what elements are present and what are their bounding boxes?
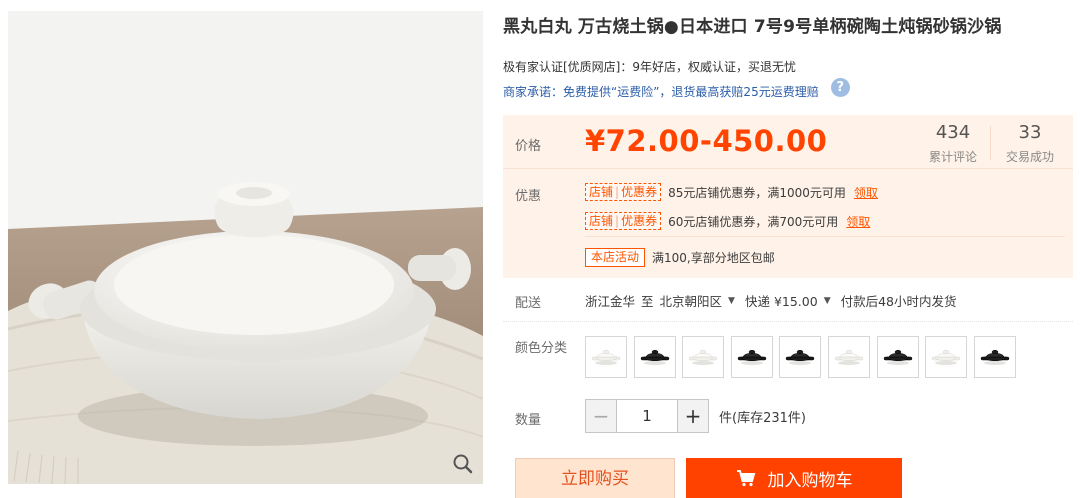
reviews-count[interactable]: 434	[921, 122, 985, 144]
quantity-stepper: − + 件(库存231件)	[585, 399, 806, 433]
ship-note: 付款后48小时内发货	[840, 294, 957, 309]
zoom-search-icon[interactable]	[451, 452, 475, 476]
color-swatch[interactable]	[925, 336, 968, 378]
price-label: 价格	[515, 139, 542, 154]
black-pot-icon	[883, 349, 912, 365]
coupon-claim-link[interactable]: 领取	[854, 184, 878, 201]
price-value: ¥72.00-450.00	[585, 124, 828, 158]
promotion-label: 优惠	[515, 189, 542, 204]
white-pot-icon	[931, 349, 961, 365]
white-pot-icon	[834, 349, 864, 365]
shopping-cart-icon	[736, 469, 756, 487]
ship-to-location[interactable]: 北京朝阳区	[660, 291, 723, 310]
shipping-row: 浙江金华 至 北京朝阳区 ▼ 快递 ¥15.00 ▼ 付款后48小时内发货	[585, 291, 957, 310]
trades-label: 交易成功	[1005, 150, 1054, 164]
coupon-tag-shop: 店铺	[589, 214, 614, 228]
coupon-tag-type: 优惠券	[621, 214, 658, 228]
color-swatch[interactable]	[585, 336, 627, 378]
shop-activity-tag[interactable]: 本店活动	[585, 248, 646, 267]
ship-to-word: 至	[641, 294, 654, 309]
add-to-cart-button[interactable]: 加入购物车	[686, 458, 902, 498]
promo-divider	[585, 236, 1065, 237]
trades-stat: 33 交易成功	[995, 122, 1065, 165]
coupon-tag: 店铺 | 优惠券	[585, 183, 662, 201]
price-row: 价格 ¥72.00-450.00 434 累计评论 33 交易成功	[503, 115, 1073, 169]
shop-activity-row: 本店活动 满100,享部分地区包邮	[585, 248, 775, 267]
ship-from: 浙江金华	[585, 294, 636, 309]
color-swatch[interactable]	[973, 336, 1016, 378]
color-swatches	[585, 336, 1022, 378]
ship-method[interactable]: 快递 ¥15.00	[745, 291, 818, 310]
color-label: 颜色分类	[515, 341, 568, 356]
coupon-claim-link[interactable]: 领取	[846, 213, 870, 230]
shipping-label: 配送	[515, 296, 542, 311]
stat-divider	[990, 126, 991, 160]
color-swatch[interactable]	[827, 336, 870, 378]
buy-now-button[interactable]: 立即购买	[515, 458, 675, 498]
product-title: 黑丸白丸 万古烧土锅●日本进口 7号9号单柄碗陶土炖锅砂锅沙锅	[503, 17, 1002, 37]
coupon-row: 店铺 | 优惠券 85元店铺优惠券，满1000元可用 领取	[585, 183, 878, 201]
black-pot-icon	[737, 349, 767, 365]
quantity-label: 数量	[515, 413, 542, 428]
quantity-increase-button[interactable]: +	[677, 399, 709, 433]
coupon-text: 85元店铺优惠券，满1000元可用	[668, 185, 846, 200]
merchant-promise[interactable]: 商家承诺：免费提供“运费险”，退货最高获赔25元运费理赔 ?	[503, 78, 850, 100]
color-swatch[interactable]	[876, 336, 919, 378]
help-question-icon[interactable]: ?	[830, 78, 850, 97]
price-panel: 价格 ¥72.00-450.00 434 累计评论 33 交易成功 优惠 店铺 |…	[503, 115, 1073, 278]
black-pot-icon	[980, 349, 1009, 365]
coupon-row: 店铺 | 优惠券 60元店铺优惠券，满700元可用 领取	[585, 212, 870, 230]
color-swatch[interactable]	[682, 336, 725, 378]
color-swatch[interactable]	[730, 336, 773, 378]
row-divider	[503, 321, 1073, 322]
coupon-tag-shop: 店铺	[589, 185, 614, 199]
coupon-tag: 店铺 | 优惠券	[585, 212, 662, 230]
stock-text: 件(库存231件)	[719, 410, 806, 426]
product-main-image[interactable]	[8, 11, 483, 484]
black-pot-icon	[640, 349, 669, 365]
quantity-decrease-button[interactable]: −	[585, 399, 617, 433]
coupon-tag-type: 优惠券	[621, 185, 658, 199]
clay-pot-photo	[8, 11, 483, 484]
shop-activity-text: 满100,享部分地区包邮	[652, 251, 775, 265]
coupon-text: 60元店铺优惠券，满700元可用	[668, 214, 839, 229]
trades-count: 33	[1018, 122, 1042, 143]
white-pot-icon	[688, 349, 718, 365]
add-to-cart-label[interactable]: 加入购物车	[768, 466, 853, 491]
reviews-label[interactable]: 累计评论	[921, 148, 985, 165]
certification-text: 极有家认证[优质网店]：9年好店，权威认证，买退无忧	[503, 60, 797, 74]
reviews-stat[interactable]: 434 累计评论	[921, 122, 985, 165]
color-swatch[interactable]	[779, 336, 822, 378]
quantity-input[interactable]	[617, 399, 677, 433]
method-dropdown-icon[interactable]: ▼	[824, 296, 831, 306]
merchant-promise-text[interactable]: 商家承诺：免费提供“运费险”，退货最高获赔25元运费理赔	[503, 83, 819, 100]
black-pot-icon	[786, 349, 815, 365]
white-pot-icon	[591, 349, 621, 365]
color-swatch[interactable]	[633, 336, 676, 378]
location-dropdown-icon[interactable]: ▼	[728, 296, 735, 306]
